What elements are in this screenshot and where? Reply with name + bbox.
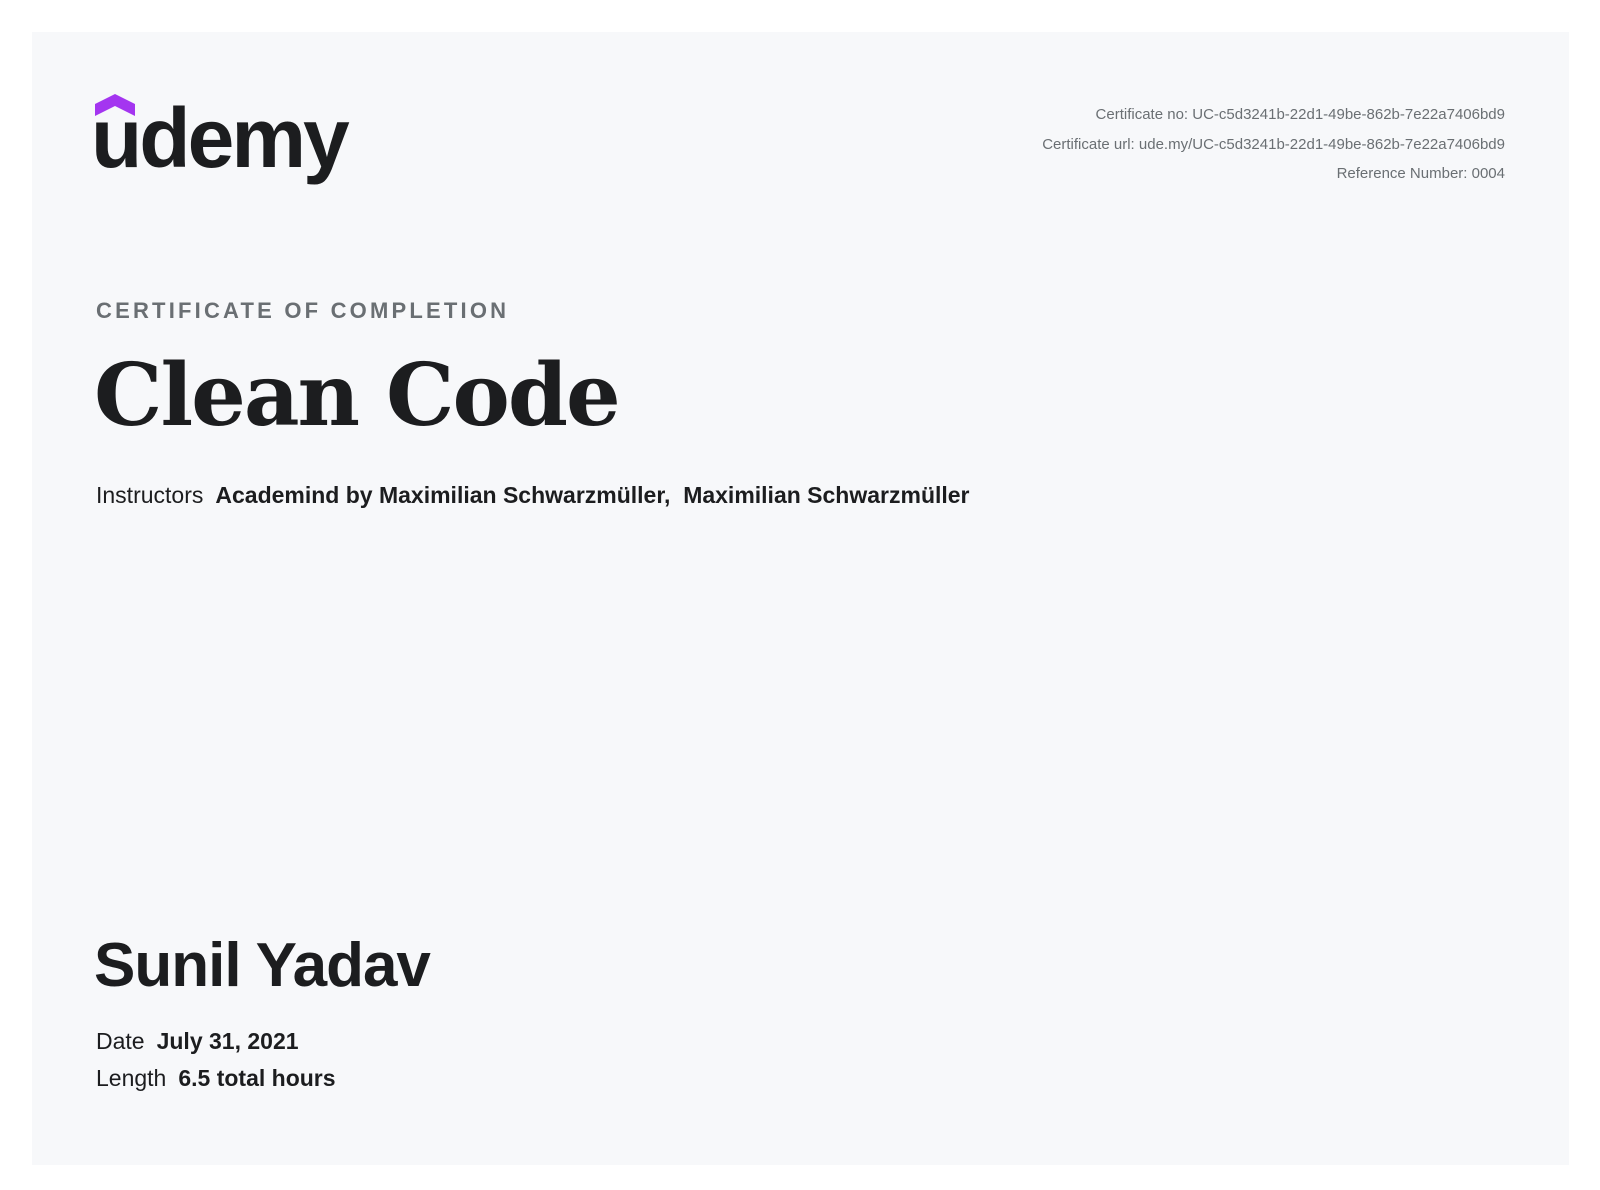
certificate-card: udemy Certificate no: UC-c5d3241b-22d1-4… bbox=[32, 32, 1569, 1165]
length-line: Length 6.5 total hours bbox=[96, 1065, 336, 1092]
course-title: Clean Code bbox=[94, 345, 621, 446]
recipient-name: Sunil Yadav bbox=[94, 931, 431, 1000]
instructors-line: Instructors Academind by Maximilian Schwa… bbox=[96, 482, 970, 509]
date-line: Date July 31, 2021 bbox=[96, 1028, 299, 1055]
instructors-value: Academind by Maximilian Schwarzmüller, M… bbox=[215, 482, 970, 508]
logo-wordmark: udemy bbox=[91, 91, 350, 185]
date-label: Date bbox=[96, 1028, 145, 1054]
reference-number: Reference Number: 0004 bbox=[1336, 165, 1505, 182]
date-value: July 31, 2021 bbox=[156, 1028, 299, 1054]
length-value: 6.5 total hours bbox=[178, 1065, 336, 1091]
certificate-heading: CERTIFICATE OF COMPLETION bbox=[96, 298, 510, 323]
certificate-number: Certificate no: UC-c5d3241b-22d1-49be-86… bbox=[1095, 106, 1505, 123]
certificate-url: Certificate url: ude.my/UC-c5d3241b-22d1… bbox=[1042, 135, 1505, 153]
certificate-meta: Certificate no: UC-c5d3241b-22d1-49be-86… bbox=[1042, 100, 1505, 189]
length-label: Length bbox=[96, 1065, 167, 1091]
instructors-label: Instructors bbox=[96, 482, 204, 508]
